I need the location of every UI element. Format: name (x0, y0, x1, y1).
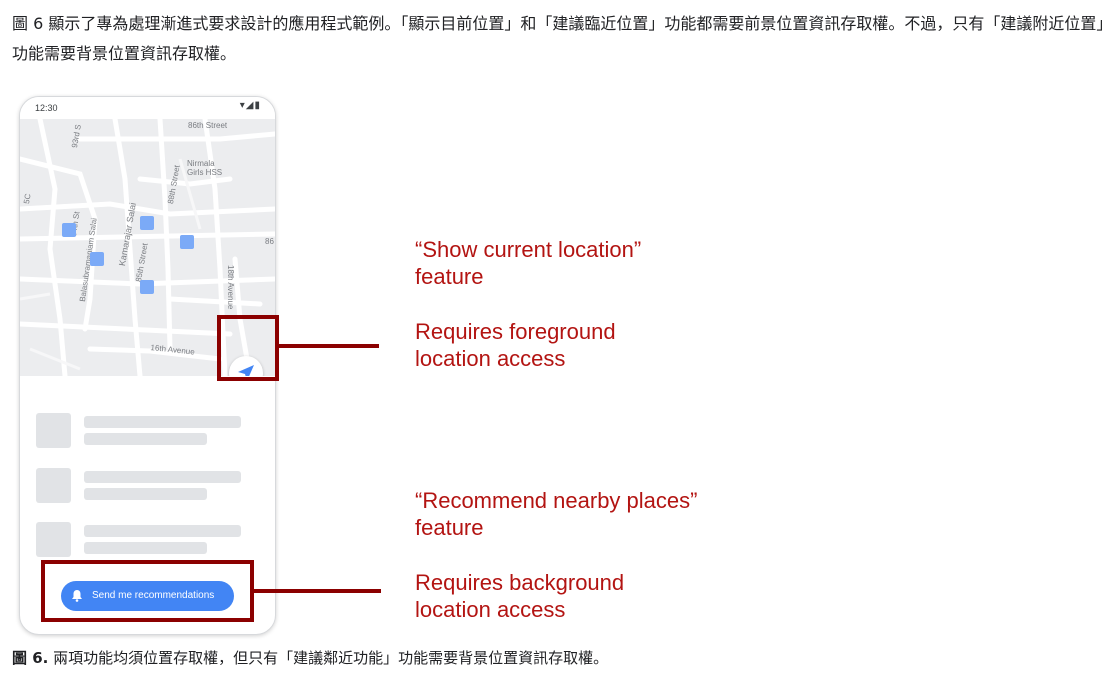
intro-paragraph: 圖 6 顯示了專為處理漸進式要求設計的應用程式範例。「顯示目前位置」和「建議臨近… (12, 14, 1105, 63)
background-connector-line (254, 589, 381, 593)
foreground-access-text: Requires foreground location access (415, 319, 616, 371)
figure-caption: 圖 6. 兩項功能均須位置存取權，但只有「建議鄰近功能」功能需要背景位置資訊存取… (12, 647, 608, 668)
street-label: 86 (265, 237, 274, 246)
foreground-access-annotation: Requires foreground location access (415, 318, 616, 372)
list-line (84, 471, 241, 483)
recommend-feature-text: “Recommend nearby places” feature (415, 488, 698, 540)
list-thumbnail (36, 468, 71, 503)
signal-battery-icon: ▾◢▮ (239, 100, 261, 111)
foreground-highlight-box (217, 315, 279, 381)
place-marker[interactable] (140, 280, 154, 294)
show-location-text: “Show current location” feature (415, 237, 642, 289)
background-access-text: Requires background location access (415, 570, 625, 622)
status-bar: 12:30 ▾◢▮ (20, 97, 275, 119)
place-marker[interactable] (180, 235, 194, 249)
list-line (84, 416, 241, 428)
list-line (84, 433, 207, 445)
list-line (84, 488, 207, 500)
street-label: Nirmala Girls HSS (187, 159, 223, 177)
list-line (84, 542, 207, 554)
place-marker[interactable] (140, 216, 154, 230)
street-label: 86th Street (188, 121, 228, 130)
list-thumbnail (36, 522, 71, 557)
recommend-feature-annotation: “Recommend nearby places” feature (415, 487, 697, 541)
place-marker[interactable] (62, 223, 76, 237)
list-thumbnail (36, 413, 71, 448)
status-time: 12:30 (35, 103, 58, 113)
list-line (84, 525, 241, 537)
caption-text: 兩項功能均須位置存取權，但只有「建議鄰近功能」功能需要背景位置資訊存取權。 (48, 649, 609, 667)
place-marker[interactable] (90, 252, 104, 266)
caption-label: 圖 6. (12, 649, 49, 667)
foreground-connector-line (279, 344, 379, 348)
street-label: 5C (22, 192, 33, 205)
background-access-annotation: Requires background location access (415, 569, 624, 623)
background-highlight-box (41, 560, 254, 622)
show-location-annotation: “Show current location” feature (415, 236, 641, 290)
street-label: 18th Avenue (226, 265, 235, 310)
